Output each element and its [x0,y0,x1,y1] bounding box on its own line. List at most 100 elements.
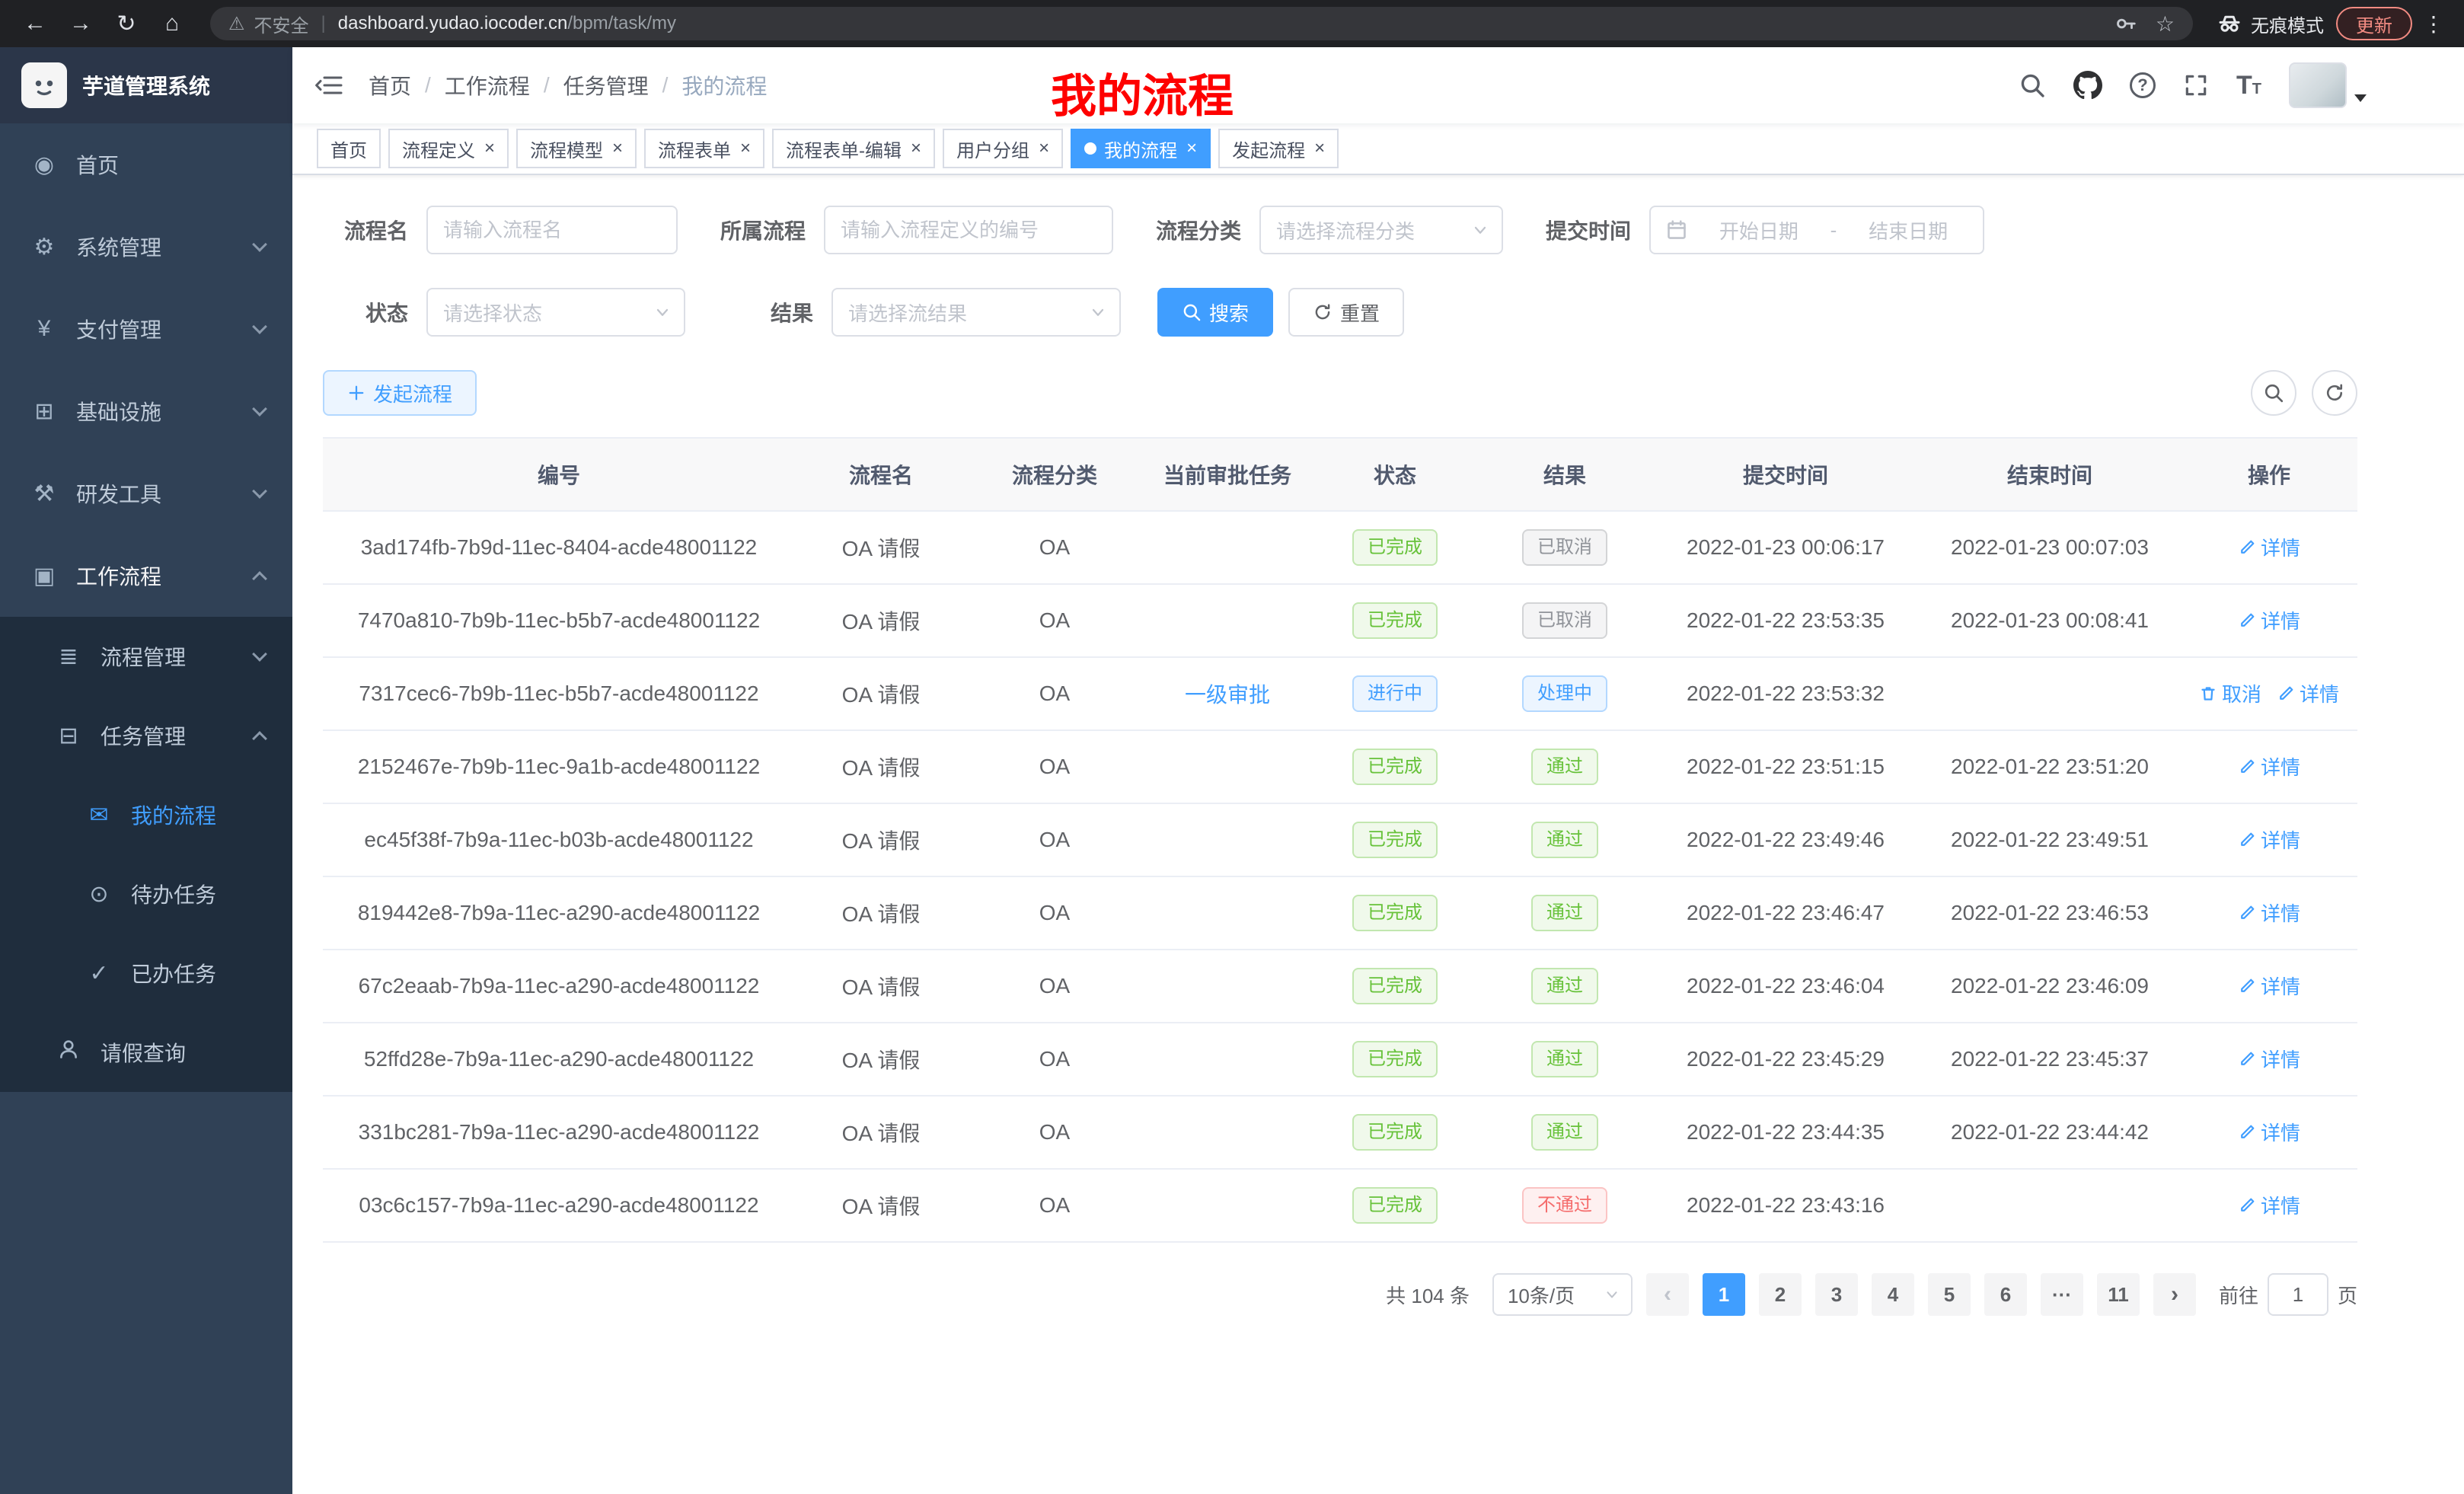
sidebar-item-leave-query[interactable]: 请假查询 [0,1013,292,1092]
edit-icon [2238,758,2256,776]
process-name-input[interactable] [426,206,678,254]
detail-link[interactable]: 详情 [2238,1045,2300,1073]
page-button[interactable]: 6 [1984,1273,2027,1316]
sidebar-item-task-management[interactable]: ⊟ 任务管理 [0,696,292,775]
result-badge: 通过 [1531,968,1598,1004]
chevron-down-icon [1604,1286,1620,1303]
detail-link[interactable]: 详情 [2238,752,2300,781]
hamburger-icon[interactable] [314,72,344,99]
close-icon[interactable]: × [612,139,623,158]
page-button[interactable]: 2 [1759,1273,1802,1316]
date-range-picker[interactable]: 开始日期 - 结束日期 [1649,206,1984,254]
page-button[interactable]: 4 [1872,1273,1914,1316]
close-icon[interactable]: × [484,139,495,158]
detail-link[interactable]: 详情 [2238,1118,2300,1146]
github-icon[interactable] [2073,71,2102,100]
tab-home[interactable]: 首页 [317,129,381,168]
start-process-button[interactable]: 发起流程 [323,370,477,416]
detail-link[interactable]: 详情 [2238,533,2300,561]
sidebar-item-todo-task[interactable]: ⊙ 待办任务 [0,854,292,934]
detail-link[interactable]: 详情 [2277,679,2339,707]
tab-process-model[interactable]: 流程模型× [516,129,637,168]
browser-forward-icon[interactable]: → [61,4,101,43]
end-date-placeholder[interactable]: 结束日期 [1849,216,1968,244]
cell-result: 不通过 [1477,1169,1652,1242]
fullscreen-icon[interactable] [2183,72,2209,98]
close-icon[interactable]: × [1314,139,1325,158]
cell-id: 7470a810-7b9b-11ec-b5b7-acde48001122 [323,584,795,657]
page-ellipsis[interactable]: ··· [2041,1273,2083,1316]
sidebar-item-system[interactable]: ⚙ 系统管理 [0,206,292,288]
close-icon[interactable]: × [740,139,751,158]
result-badge: 通过 [1531,895,1598,931]
cell-name: OA 请假 [795,803,967,876]
help-icon[interactable]: ? [2130,72,2156,98]
breadcrumb-task-management[interactable]: 任务管理 [563,70,649,101]
sidebar-item-done-task[interactable]: ✓ 已办任务 [0,934,292,1013]
user-menu[interactable] [2289,62,2367,108]
close-icon[interactable]: × [1186,139,1197,158]
page-button[interactable]: 11 [2097,1273,2140,1316]
page-size-select[interactable]: 10条/页 [1492,1273,1633,1316]
edit-icon [2238,1050,2256,1068]
tab-start-process[interactable]: 发起流程× [1218,129,1339,168]
search-icon[interactable] [2019,72,2046,99]
sidebar-item-process-management[interactable]: ≣ 流程管理 [0,617,292,696]
page-button[interactable]: 3 [1815,1273,1858,1316]
detail-link[interactable]: 详情 [2238,1191,2300,1219]
tab-my-process[interactable]: 我的流程× [1071,129,1211,168]
sidebar-item-payment[interactable]: ¥ 支付管理 [0,288,292,370]
detail-link[interactable]: 详情 [2238,972,2300,1000]
result-select[interactable]: 请选择流结果 [831,288,1121,337]
reset-button[interactable]: 重置 [1288,288,1404,337]
search-button[interactable]: 搜索 [1157,288,1273,337]
address-bar[interactable]: ⚠ 不安全 | dashboard.yudao.iocoder.cn/bpm/t… [210,7,2193,40]
category-select[interactable]: 请选择流程分类 [1259,206,1503,254]
next-page-button[interactable]: › [2153,1273,2196,1316]
browser-menu-icon[interactable]: ⋮ [2418,11,2449,37]
close-icon[interactable]: × [1039,139,1049,158]
tab-process-definition[interactable]: 流程定义× [388,129,509,168]
sidebar-item-devtools[interactable]: ⚒ 研发工具 [0,452,292,535]
sidebar-item-my-process[interactable]: ✉ 我的流程 [0,775,292,854]
breadcrumb-workflow[interactable]: 工作流程 [445,70,530,101]
chevron-down-icon [252,646,267,662]
sidebar-item-infrastructure[interactable]: ⊞ 基础设施 [0,370,292,452]
refresh-table-button[interactable] [2312,370,2357,416]
prev-page-button[interactable]: ‹ [1646,1273,1689,1316]
sidebar-item-home[interactable]: ◉ 首页 [0,123,292,206]
goto-page-input[interactable] [2268,1273,2328,1316]
toggle-search-button[interactable] [2251,370,2296,416]
detail-link[interactable]: 详情 [2238,606,2300,634]
workflow-icon: ▣ [30,563,58,589]
cell-id: 331bc281-7b9a-11ec-a290-acde48001122 [323,1096,795,1169]
detail-link[interactable]: 详情 [2238,825,2300,854]
close-icon[interactable]: × [911,139,921,158]
current-task-link[interactable]: 一级审批 [1185,683,1270,707]
active-dot [1084,142,1096,155]
browser-reload-icon[interactable]: ↻ [107,4,146,43]
font-size-icon[interactable]: TT [2236,72,2261,98]
sidebar-logo[interactable]: 芋道管理系统 [0,47,292,123]
breadcrumb-home[interactable]: 首页 [369,70,411,101]
page-button[interactable]: 1 [1703,1273,1745,1316]
cancel-link[interactable]: 取消 [2199,679,2261,707]
tab-process-form-edit[interactable]: 流程表单-编辑× [772,129,935,168]
sidebar-item-workflow[interactable]: ▣ 工作流程 [0,535,292,617]
page-button[interactable]: 5 [1928,1273,1971,1316]
cell-submit-time: 2022-01-22 23:46:47 [1652,876,1919,950]
tab-process-form[interactable]: 流程表单× [644,129,764,168]
browser-home-icon[interactable]: ⌂ [152,4,192,43]
browser-update-button[interactable]: 更新 [2336,7,2412,40]
start-date-placeholder[interactable]: 开始日期 [1700,216,1818,244]
browser-back-icon[interactable]: ← [15,4,55,43]
status-select[interactable]: 请选择状态 [426,288,685,337]
bookmark-star-icon[interactable]: ☆ [2156,11,2175,37]
key-icon[interactable] [2115,12,2137,35]
col-status: 状态 [1313,438,1477,511]
detail-link[interactable]: 详情 [2238,899,2300,927]
tab-user-group[interactable]: 用户分组× [943,129,1063,168]
result-badge: 通过 [1531,1114,1598,1151]
col-current-task: 当前审批任务 [1142,438,1313,511]
owner-process-input[interactable] [824,206,1113,254]
